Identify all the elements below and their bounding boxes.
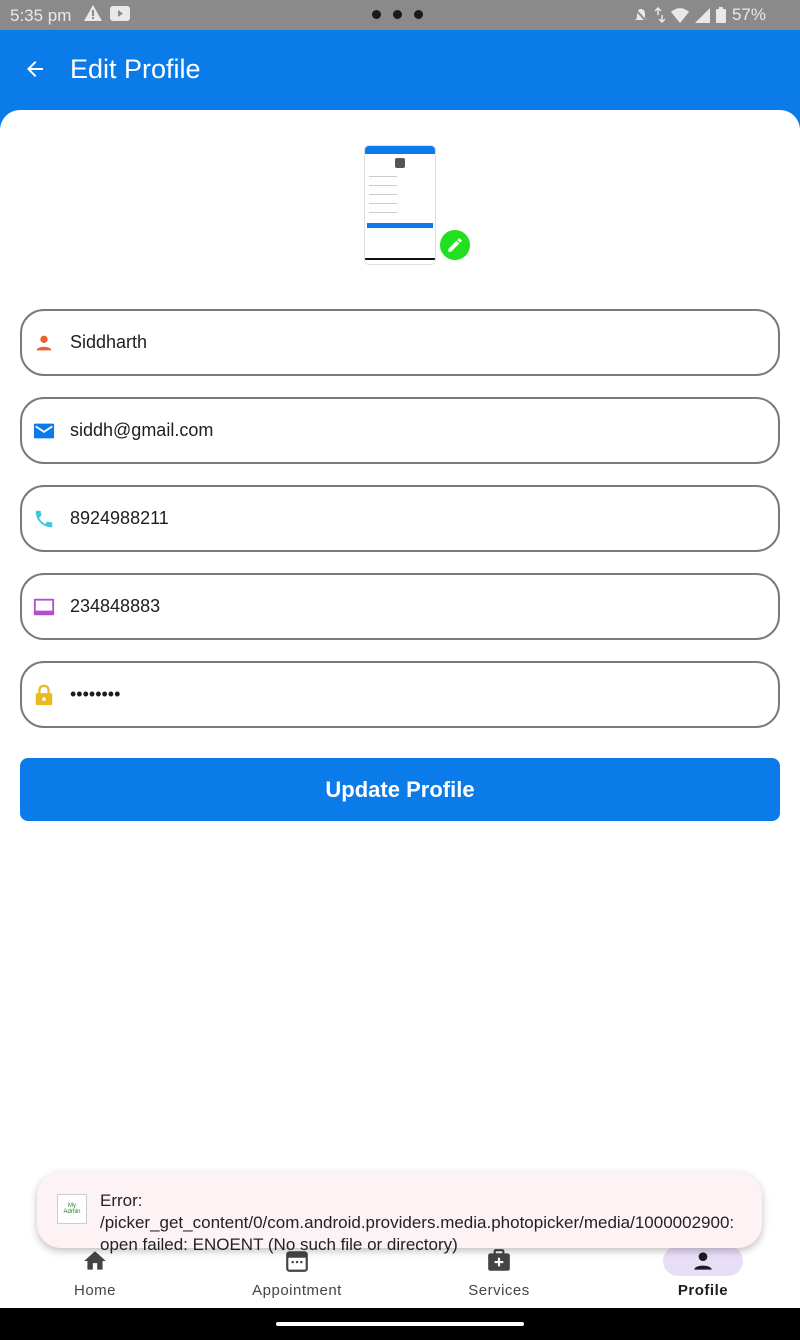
error-toast: My Admin Error: /picker_get_content/0/com… [37, 1172, 762, 1254]
email-field [20, 397, 780, 464]
arrow-back-icon [27, 61, 43, 77]
phone-field [20, 485, 780, 552]
app-logo: My Admin [57, 1194, 87, 1224]
warning-icon [84, 5, 102, 21]
lock-icon [32, 683, 56, 707]
email-input[interactable] [70, 410, 730, 451]
status-right: 57% [633, 5, 766, 25]
pencil-icon [448, 238, 462, 252]
card-icon [32, 595, 56, 619]
app-bar: Edit Profile [0, 30, 800, 110]
data-arrows-icon [654, 7, 665, 23]
wifi-icon [670, 7, 689, 23]
password-field [20, 661, 780, 728]
mute-icon [634, 8, 648, 23]
battery-percent: 57% [731, 5, 766, 24]
profile-image[interactable] [364, 145, 436, 265]
home-gesture-pill[interactable] [276, 1322, 524, 1326]
update-profile-button[interactable]: Update Profile [20, 758, 780, 821]
status-time: 5:35 pm [10, 6, 72, 25]
mail-icon [32, 419, 56, 443]
nav-label-services: Services [468, 1282, 530, 1299]
profile-image-thumbnail [364, 145, 436, 265]
password-input[interactable] [70, 674, 730, 715]
page-title: Edit Profile [70, 54, 201, 84]
status-bar: 5:35 pm 57% [0, 0, 800, 30]
signal-icon [694, 7, 710, 23]
toast-message: Error: /picker_get_content/0/com.android… [100, 1191, 735, 1254]
system-navigation-bar [0, 1308, 800, 1340]
edit-profile-content: Update Profile [0, 110, 800, 1308]
id-number-field [20, 573, 780, 640]
status-dots [372, 10, 423, 19]
nav-label-profile: Profile [677, 1282, 729, 1299]
phone-icon [32, 507, 56, 531]
person-icon [32, 331, 56, 355]
status-left-icons [84, 5, 130, 21]
edit-photo-button[interactable] [437, 227, 473, 263]
nav-label-home: Home [73, 1282, 116, 1299]
battery-icon [715, 7, 726, 23]
name-input[interactable] [70, 322, 730, 363]
phone-input[interactable] [70, 498, 730, 539]
nav-label-appointment: Appointment [252, 1282, 342, 1299]
back-button[interactable] [18, 52, 52, 86]
youtube-icon [110, 5, 130, 21]
name-field [20, 309, 780, 376]
id-number-input[interactable] [70, 586, 730, 627]
